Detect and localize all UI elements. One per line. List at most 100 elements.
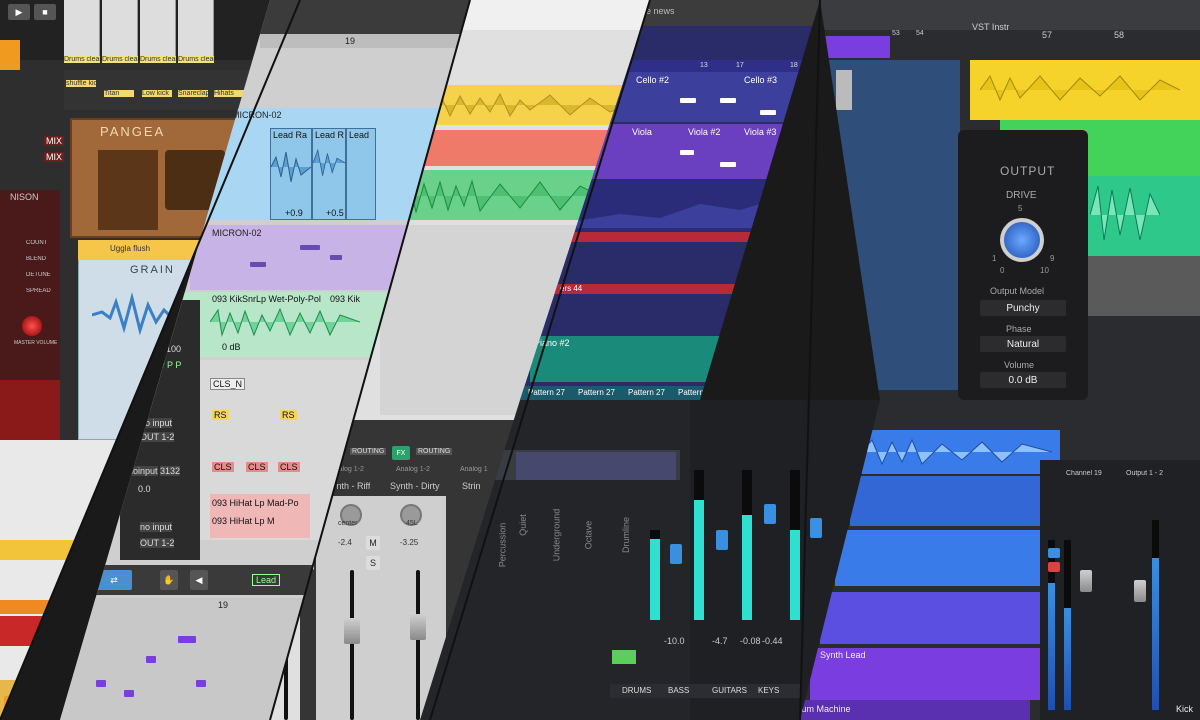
- plugin-cls-3[interactable]: CLS: [278, 462, 300, 472]
- grain-title: GRAIN: [130, 264, 175, 276]
- channel-octave: Octave: [583, 520, 594, 550]
- volume-2[interactable]: 0.0: [138, 484, 151, 494]
- tool-speaker-icon[interactable]: ◀: [190, 570, 208, 590]
- io-input-1[interactable]: no input: [140, 418, 173, 428]
- mute-button-2[interactable]: M: [366, 536, 380, 550]
- pad-1[interactable]: shuffle kick: [66, 80, 96, 87]
- track4-clip-1[interactable]: 093 HiHat Lp Mad-Po: [212, 498, 299, 508]
- record-button[interactable]: [1048, 562, 1060, 572]
- plugin-cls-2[interactable]: CLS: [246, 462, 268, 472]
- pattern-1[interactable]: Pattern 27: [528, 388, 565, 397]
- io-input-2[interactable]: noinput: [128, 466, 158, 476]
- pad-4[interactable]: Snareclap: [178, 90, 208, 97]
- clip-lead-1[interactable]: Lead Ra: [270, 128, 312, 220]
- fx-icon-2[interactable]: FX: [392, 446, 410, 460]
- pangea-title: PANGEA: [100, 124, 166, 139]
- channel-label-4: Drums clean: [178, 56, 214, 63]
- fader-1[interactable]: [344, 618, 360, 644]
- play-button-bottom[interactable]: ▶: [4, 696, 20, 712]
- strip-synth-dirty: Synth - Dirty: [390, 481, 440, 491]
- menu-icon[interactable]: [0, 40, 20, 70]
- tick-9: 9: [1050, 254, 1055, 263]
- volume-field[interactable]: 0.0 dB: [980, 372, 1066, 388]
- fader-track-2: [416, 570, 420, 720]
- group-keys[interactable]: KEYS: [758, 686, 779, 695]
- track-viola[interactable]: Viola: [632, 127, 652, 137]
- phase-select[interactable]: Natural: [980, 336, 1066, 352]
- io-input-3[interactable]: no input: [140, 522, 173, 532]
- pad-2[interactable]: Titan: [104, 90, 134, 97]
- cubase-fader-1[interactable]: [1080, 570, 1092, 592]
- track-synth-lead[interactable]: Synth Lead: [820, 650, 866, 660]
- fader-b[interactable]: [764, 504, 776, 524]
- io-analog-2[interactable]: Analog 1-2: [396, 466, 430, 473]
- output-model-label: Output Model: [990, 286, 1045, 296]
- io-output-1[interactable]: OUT 1-2: [140, 432, 175, 442]
- group-guitars[interactable]: GUITARS: [712, 686, 747, 695]
- plugin-cls-n[interactable]: CLS_N: [210, 378, 246, 390]
- fader-d[interactable]: [670, 544, 682, 564]
- channel-strip-group: [64, 0, 264, 60]
- track-cello-3[interactable]: Cello #3: [744, 75, 777, 85]
- track-cello-2[interactable]: Cello #2: [636, 75, 669, 85]
- level-1: -2.4: [338, 538, 352, 547]
- mix-count: COUNT: [26, 240, 48, 246]
- track-viola-3[interactable]: Viola #3: [744, 127, 776, 137]
- clip-lead-2[interactable]: Lead R: [312, 128, 346, 220]
- io-output-2[interactable]: 3132: [160, 466, 181, 476]
- track1-name: MICRON-02: [232, 110, 282, 120]
- track-ers-44[interactable]: ers 44: [560, 284, 582, 293]
- phase-label: Phase: [1006, 324, 1032, 334]
- track4-clip-2[interactable]: 093 HiHat Lp M: [212, 516, 275, 526]
- tool-hand-icon[interactable]: ✋: [160, 570, 178, 590]
- channel-label-2: Drums clean: [102, 56, 138, 63]
- routing-2[interactable]: ROUTING: [416, 448, 453, 455]
- pattern-2[interactable]: Pattern 27: [578, 388, 615, 397]
- routing-1[interactable]: ROUTING: [350, 448, 387, 455]
- pan-center: center: [338, 520, 358, 527]
- track3-clip-1[interactable]: 093 KikSnrLp Wet-Poly-Pol: [212, 294, 321, 304]
- cubase-fader-2[interactable]: [1134, 580, 1146, 602]
- meter-c3: [1152, 520, 1159, 710]
- monitor-button[interactable]: [1048, 548, 1060, 558]
- plugin-cls-1[interactable]: CLS: [212, 462, 234, 472]
- plugin-title: VST Instr: [972, 22, 1010, 32]
- channel-label-3: Drums clean: [140, 56, 176, 63]
- fader-2[interactable]: [410, 614, 426, 640]
- solo-button-2[interactable]: S: [366, 556, 380, 570]
- stop-icon[interactable]: ■: [34, 4, 56, 20]
- volume-100[interactable]: 100: [166, 344, 181, 354]
- output-model-select[interactable]: Punchy: [980, 300, 1066, 316]
- meter-b: [742, 470, 752, 620]
- plugin-rs-2[interactable]: RS: [280, 410, 297, 420]
- group-bass[interactable]: BASS: [668, 686, 689, 695]
- fader-c[interactable]: [810, 518, 822, 538]
- meter-c2: [1064, 540, 1071, 710]
- io-analog-3[interactable]: Analog 1: [460, 466, 488, 473]
- track-viola-2[interactable]: Viola #2: [688, 127, 720, 137]
- play-icon[interactable]: ▶: [8, 4, 30, 20]
- tool-select-icon[interactable]: ⇄: [96, 570, 132, 590]
- gain-readout: 0 dB: [222, 342, 241, 352]
- bar-number: 19: [345, 36, 356, 46]
- meter-c: [790, 470, 800, 620]
- group-drums[interactable]: DRUMS: [622, 686, 651, 695]
- clip-lead-3[interactable]: Lead: [346, 128, 376, 220]
- plugin-rs-1[interactable]: RS: [212, 410, 229, 420]
- meter-a: [694, 470, 704, 620]
- piano-bar: 19: [218, 600, 229, 610]
- track3-clip-2[interactable]: 093 Kik: [330, 294, 360, 304]
- level-2: -3.25: [400, 538, 419, 547]
- vpp-1[interactable]: v P P: [160, 360, 181, 370]
- pattern-4[interactable]: Pattern 27: [678, 388, 715, 397]
- fader-a[interactable]: [716, 530, 728, 550]
- drive-knob[interactable]: [1000, 218, 1044, 262]
- master-volume-label: MASTER VOLUME: [14, 340, 58, 346]
- pad-3[interactable]: Low kick: [142, 90, 172, 97]
- io-output-3[interactable]: OUT 1-2: [140, 538, 175, 548]
- pad-5[interactable]: Hihats: [214, 90, 244, 97]
- pattern-3[interactable]: Pattern 27: [628, 388, 665, 397]
- bar-17: 17: [736, 62, 744, 69]
- master-volume-knob[interactable]: [22, 316, 42, 336]
- strip-strin: Strin: [462, 481, 481, 491]
